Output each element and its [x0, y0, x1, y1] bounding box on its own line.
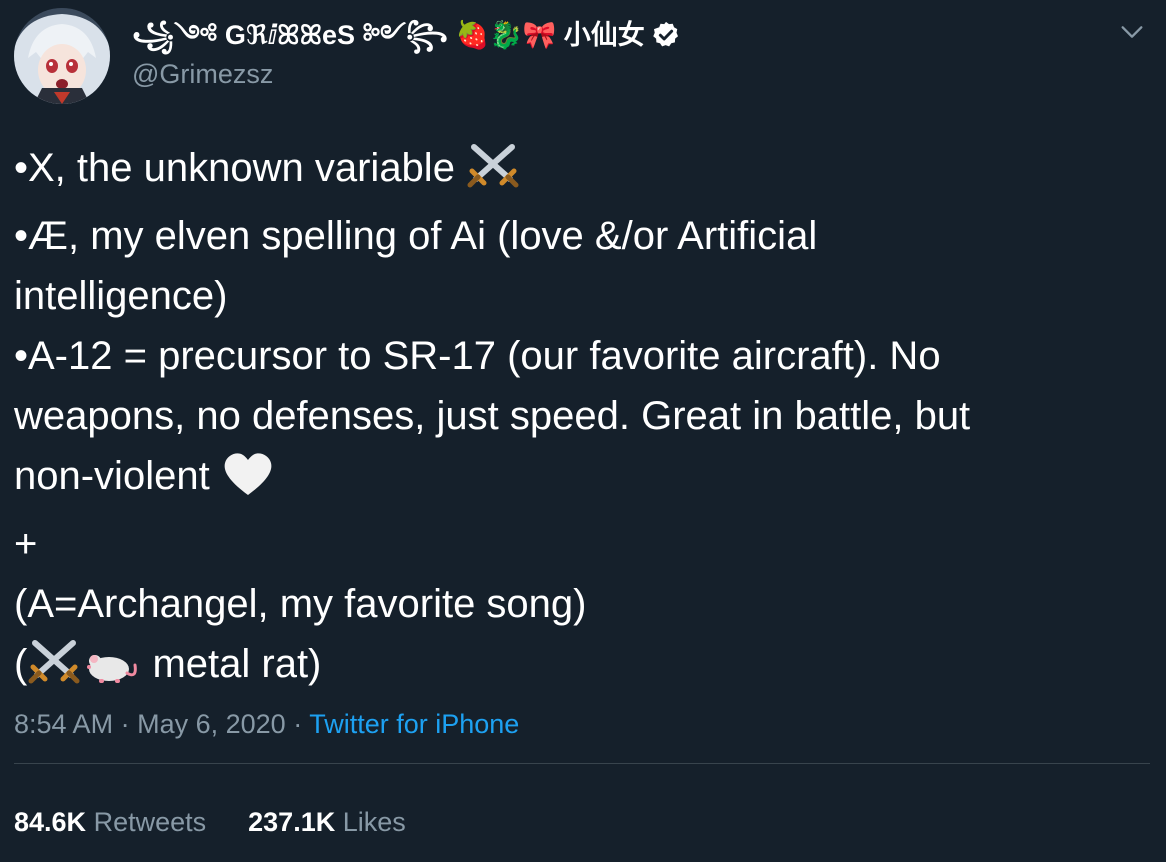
tweet-card: ꧁༺ GℜⅈꕤꕤеS ༻꧂ 🍓🐉🎀 小仙女 @Grimezsz •X, the … — [0, 0, 1166, 862]
retweets-stat[interactable]: 84.6K Retweets — [14, 802, 206, 842]
verified-badge-icon — [651, 20, 681, 50]
rat-icon — [81, 641, 141, 702]
tweet-line: non-violent — [14, 446, 1144, 514]
avatar[interactable] — [14, 8, 110, 104]
white-heart-icon — [221, 451, 275, 514]
tweet-text: •X, the unknown variable •Æ, my elven sp… — [14, 138, 1144, 702]
tweet-line: •A-12 = precursor to SR-17 (our favorite… — [14, 334, 941, 378]
avatar-image — [14, 8, 110, 104]
tweet-line: intelligence) — [14, 274, 228, 318]
tweet-date[interactable]: May 6, 2020 — [137, 709, 286, 739]
tweet-line: •Æ, my elven spelling of Ai (love &/or A… — [14, 214, 818, 258]
tweet-line: •X, the unknown variable — [14, 138, 1144, 206]
crossed-swords-icon — [27, 637, 81, 702]
tweet-source-link[interactable]: Twitter for iPhone — [309, 709, 519, 739]
likes-count: 237.1K — [248, 807, 336, 837]
chevron-down-icon[interactable] — [1118, 18, 1146, 46]
author-name-row[interactable]: ꧁༺ GℜⅈꕤꕤеS ༻꧂ 🍓🐉🎀 小仙女 — [132, 18, 681, 52]
meta-separator: · — [120, 709, 130, 739]
tweet-time[interactable]: 8:54 AM — [14, 709, 113, 739]
meta-separator: · — [293, 709, 303, 739]
tweet-line: (A=Archangel, my favorite song) — [14, 582, 587, 626]
tweet-line: + — [14, 522, 38, 566]
tweet-line: weapons, no defenses, just speed. Great … — [14, 394, 971, 438]
likes-stat[interactable]: 237.1K Likes — [248, 802, 406, 842]
retweets-label: Retweets — [93, 807, 207, 837]
tweet-timestamp-row: 8:54 AM · May 6, 2020 · Twitter for iPho… — [14, 704, 519, 744]
author-display-name[interactable]: ꧁༺ GℜⅈꕤꕤеS ༻꧂ 🍓🐉🎀 小仙女 — [132, 18, 645, 52]
divider — [14, 763, 1150, 764]
author-handle[interactable]: @Grimezsz — [132, 56, 681, 92]
retweets-count: 84.6K — [14, 807, 87, 837]
tweet-stats: 84.6K Retweets 237.1K Likes — [14, 802, 406, 842]
crossed-swords-icon — [466, 141, 520, 206]
tweet-header: ꧁༺ GℜⅈꕤꕤеS ༻꧂ 🍓🐉🎀 小仙女 @Grimezsz — [132, 18, 681, 92]
tweet-line: (metal rat) — [14, 634, 1144, 702]
likes-label: Likes — [342, 807, 406, 837]
